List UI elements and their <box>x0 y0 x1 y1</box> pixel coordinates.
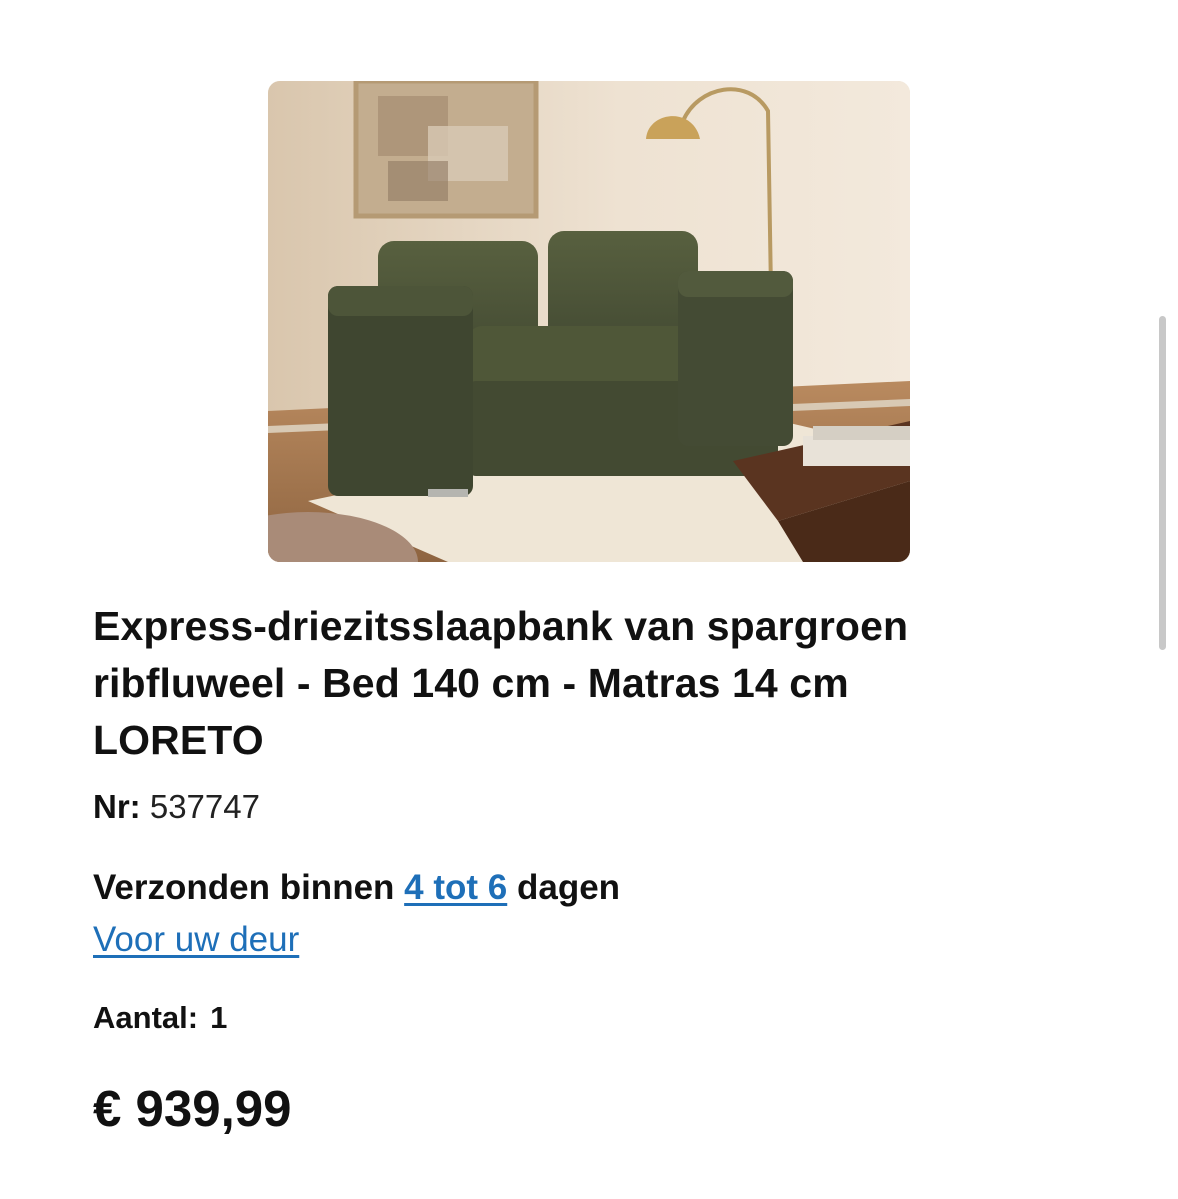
shipping-prefix: Verzonden binnen <box>93 868 395 907</box>
scrollbar[interactable] <box>1159 316 1166 650</box>
shipping-range-link[interactable]: 4 tot 6 <box>404 868 507 907</box>
article-number: Nr: 537747 <box>93 787 260 827</box>
title-line-2: ribfluweel - Bed 140 cm - Matras 14 cm <box>93 660 849 706</box>
product-page: Express-driezitsslaapbank van spargroen … <box>0 0 1178 1199</box>
quantity: Aantal: 1 <box>93 998 227 1038</box>
shipping-suffix: dagen <box>516 868 621 907</box>
delivery-method-link[interactable]: Voor uw deur <box>93 918 299 962</box>
sofa-photo-icon <box>268 81 910 562</box>
title-line-3: LORETO <box>93 717 264 763</box>
product-price: € 939,99 <box>93 1080 292 1137</box>
product-title: Express-driezitsslaapbank van spargroen … <box>93 598 1093 769</box>
product-image[interactable] <box>268 81 910 562</box>
quantity-value: 1 <box>210 1000 228 1035</box>
article-number-value: 537747 <box>149 788 260 825</box>
article-number-label: Nr: <box>93 788 141 825</box>
title-line-1: Express-driezitsslaapbank van spargroen <box>93 603 909 649</box>
shipping-time: Verzonden binnen 4 tot 6 dagen <box>93 866 620 910</box>
quantity-label: Aantal: <box>93 1000 199 1035</box>
